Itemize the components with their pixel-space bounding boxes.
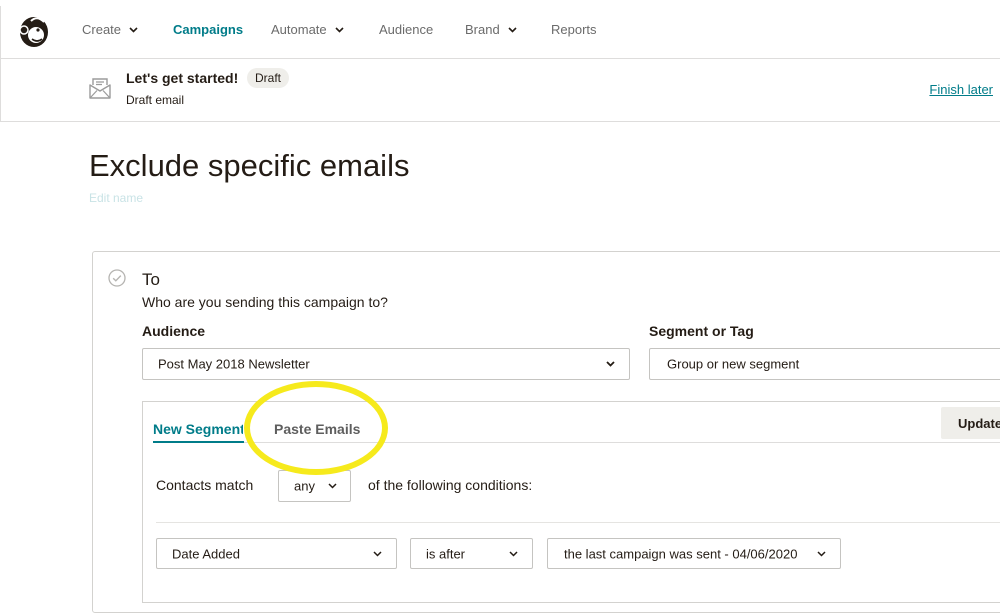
nav-left-border [0, 6, 1, 58]
mailchimp-logo-icon[interactable] [17, 13, 51, 49]
condition-field-select[interactable]: Date Added [156, 538, 397, 569]
condition-operator-select[interactable]: is after [410, 538, 533, 569]
check-circle-icon [108, 269, 126, 287]
chevron-down-icon [817, 550, 826, 557]
condition-field-value: Date Added [172, 546, 240, 561]
segment-select[interactable]: Group or new segment [649, 348, 1000, 380]
chevron-down-icon [129, 26, 138, 33]
following-conditions-text: of the following conditions: [368, 477, 533, 493]
segment-label: Segment or Tag [649, 323, 754, 339]
audience-select[interactable]: Post May 2018 Newsletter [142, 348, 630, 380]
to-heading: To [142, 270, 160, 289]
top-navigation: Create Campaigns Automate Audience Brand… [0, 0, 1000, 59]
segment-builder-panel [142, 401, 1000, 603]
chevron-down-icon [373, 550, 382, 557]
tab-new-segment[interactable]: New Segment [153, 421, 243, 437]
campaign-header: Let's get started! Draft Draft email Fin… [0, 59, 1000, 122]
condition-operator-value: is after [426, 546, 466, 561]
tab-paste-emails[interactable]: Paste Emails [274, 421, 360, 437]
nav-automate[interactable]: Automate [271, 22, 344, 37]
nav-campaigns[interactable]: Campaigns [173, 22, 243, 37]
finish-later-link[interactable]: Finish later [929, 82, 993, 97]
page-title: Exclude specific emails [89, 148, 410, 183]
match-select-value: any [294, 478, 315, 494]
nav-audience-label: Audience [379, 22, 434, 37]
match-select[interactable]: any [278, 470, 351, 502]
edit-name-link[interactable]: Edit name [89, 191, 143, 205]
chevron-down-icon [335, 26, 344, 33]
nav-brand-label: Brand [465, 22, 500, 37]
contacts-match-label: Contacts match [156, 477, 254, 493]
chevron-down-icon [509, 550, 518, 557]
nav-campaigns-label: Campaigns [173, 22, 244, 37]
campaign-title: Let's get started! [126, 70, 239, 86]
chevron-down-icon [328, 483, 337, 489]
nav-reports[interactable]: Reports [551, 22, 597, 37]
conditions-divider [156, 522, 1000, 523]
audience-label: Audience [142, 323, 206, 339]
nav-audience[interactable]: Audience [379, 22, 433, 37]
tab-divider [244, 442, 1000, 443]
nav-automate-label: Automate [271, 22, 327, 37]
condition-value-select[interactable]: the last campaign was sent - 04/06/2020 [547, 538, 841, 569]
header-left-border [0, 59, 1, 121]
update-button[interactable]: Update [941, 407, 1000, 439]
nav-brand[interactable]: Brand [465, 22, 517, 37]
chevron-down-icon [606, 361, 615, 367]
segment-select-value: Group or new segment [667, 356, 800, 372]
draft-email-icon [89, 78, 111, 99]
nav-create[interactable]: Create [82, 22, 138, 37]
nav-reports-label: Reports [551, 22, 597, 37]
status-badge: Draft [247, 68, 290, 88]
audience-select-value: Post May 2018 Newsletter [158, 356, 310, 372]
chevron-down-icon [508, 26, 517, 33]
campaign-type: Draft email [126, 93, 185, 107]
to-question: Who are you sending this campaign to? [142, 294, 388, 310]
active-tab-indicator [153, 441, 244, 443]
nav-create-label: Create [82, 22, 122, 37]
condition-value-text: the last campaign was sent - 04/06/2020 [564, 546, 798, 561]
